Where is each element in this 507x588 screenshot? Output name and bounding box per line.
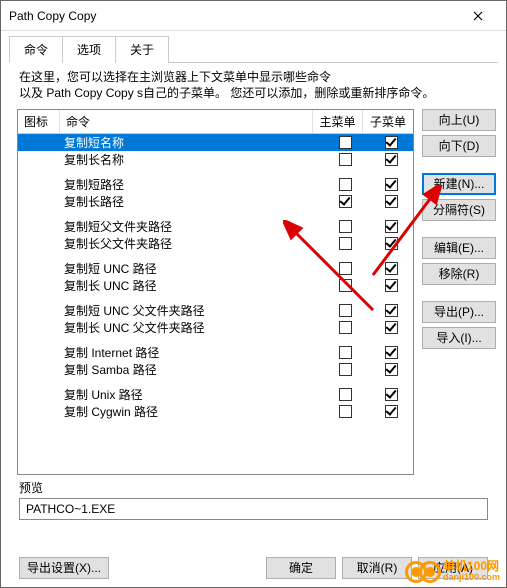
row-label: 复制短路径 bbox=[60, 176, 321, 193]
table-header: 图标 命令 主菜单 子菜单 bbox=[18, 110, 413, 134]
commands-table: 图标 命令 主菜单 子菜单 复制短名称复制长名称复制短路径复制长路径复制短父文件… bbox=[17, 109, 414, 475]
move-down-button[interactable]: 向下(D) bbox=[422, 135, 496, 157]
import-button[interactable]: 导入(I)... bbox=[422, 327, 496, 349]
table-row[interactable]: 复制长名称 bbox=[18, 151, 413, 168]
table-row[interactable]: 复制短名称 bbox=[18, 134, 413, 151]
close-button[interactable] bbox=[458, 2, 498, 30]
close-icon bbox=[473, 11, 483, 21]
row-label: 复制 Internet 路径 bbox=[60, 344, 321, 361]
tab-bar: 命令 选项 关于 bbox=[9, 35, 498, 63]
table-row[interactable]: 复制 Internet 路径 bbox=[18, 344, 413, 361]
table-row[interactable]: 复制 Samba 路径 bbox=[18, 361, 413, 378]
remove-button[interactable]: 移除(R) bbox=[422, 263, 496, 285]
row-label: 复制短 UNC 路径 bbox=[60, 260, 321, 277]
main-menu-checkbox[interactable] bbox=[339, 136, 352, 149]
sub-menu-checkbox[interactable] bbox=[385, 321, 398, 334]
row-label: 复制 Samba 路径 bbox=[60, 361, 321, 378]
side-buttons: 向上(U) 向下(D) 新建(N)... 分隔符(S) 编辑(E)... 移除(… bbox=[414, 109, 496, 475]
ok-button[interactable]: 确定 bbox=[266, 557, 336, 579]
preview-label: 预览 bbox=[1, 475, 506, 496]
row-label: 复制长路径 bbox=[60, 193, 321, 210]
table-row[interactable]: 复制短 UNC 路径 bbox=[18, 260, 413, 277]
sub-menu-checkbox[interactable] bbox=[385, 279, 398, 292]
main-menu-checkbox[interactable] bbox=[339, 237, 352, 250]
main-menu-checkbox[interactable] bbox=[339, 388, 352, 401]
row-label: 复制长 UNC 父文件夹路径 bbox=[60, 319, 321, 336]
main-menu-checkbox[interactable] bbox=[339, 178, 352, 191]
header-icon[interactable]: 图标 bbox=[18, 110, 60, 133]
watermark-icon bbox=[419, 561, 441, 583]
table-row[interactable]: 复制短父文件夹路径 bbox=[18, 218, 413, 235]
export-settings-button[interactable]: 导出设置(X)... bbox=[19, 557, 109, 579]
tab-options[interactable]: 选项 bbox=[62, 36, 116, 63]
header-command[interactable]: 命令 bbox=[60, 110, 313, 133]
header-main-menu[interactable]: 主菜单 bbox=[313, 110, 363, 133]
export-button[interactable]: 导出(P)... bbox=[422, 301, 496, 323]
separator-button[interactable]: 分隔符(S) bbox=[422, 199, 496, 221]
preview-box: PATHCO~1.EXE bbox=[19, 498, 488, 520]
table-row[interactable]: 复制长 UNC 父文件夹路径 bbox=[18, 319, 413, 336]
sub-menu-checkbox[interactable] bbox=[385, 363, 398, 376]
move-up-button[interactable]: 向上(U) bbox=[422, 109, 496, 131]
table-row[interactable]: 复制长父文件夹路径 bbox=[18, 235, 413, 252]
sub-menu-checkbox[interactable] bbox=[385, 178, 398, 191]
tab-commands[interactable]: 命令 bbox=[9, 36, 63, 63]
table-body[interactable]: 复制短名称复制长名称复制短路径复制长路径复制短父文件夹路径复制长父文件夹路径复制… bbox=[18, 134, 413, 474]
table-row[interactable]: 复制短路径 bbox=[18, 176, 413, 193]
tab-about[interactable]: 关于 bbox=[115, 36, 169, 63]
watermark-text: 单机100网 bbox=[443, 561, 500, 572]
main-menu-checkbox[interactable] bbox=[339, 220, 352, 233]
table-row[interactable]: 复制短 UNC 父文件夹路径 bbox=[18, 302, 413, 319]
sub-menu-checkbox[interactable] bbox=[385, 237, 398, 250]
main-menu-checkbox[interactable] bbox=[339, 363, 352, 376]
row-label: 复制长名称 bbox=[60, 151, 321, 168]
header-sub-menu[interactable]: 子菜单 bbox=[363, 110, 413, 133]
row-label: 复制短名称 bbox=[60, 134, 321, 151]
table-row[interactable]: 复制 Cygwin 路径 bbox=[18, 403, 413, 420]
main-menu-checkbox[interactable] bbox=[339, 153, 352, 166]
desc-line2: 以及 Path Copy Copy s自己的子菜单。 您还可以添加，删除或重新排… bbox=[19, 85, 488, 101]
row-label: 复制长 UNC 路径 bbox=[60, 277, 321, 294]
main-menu-checkbox[interactable] bbox=[339, 304, 352, 317]
watermark: 单机100网 danji100.com bbox=[405, 561, 500, 583]
table-row[interactable]: 复制长路径 bbox=[18, 193, 413, 210]
row-label: 复制 Unix 路径 bbox=[60, 386, 321, 403]
sub-menu-checkbox[interactable] bbox=[385, 405, 398, 418]
sub-menu-checkbox[interactable] bbox=[385, 195, 398, 208]
table-row[interactable]: 复制 Unix 路径 bbox=[18, 386, 413, 403]
description: 在这里，您可以选择在主浏览器上下文菜单中显示哪些命令 以及 Path Copy … bbox=[1, 63, 506, 105]
titlebar: Path Copy Copy bbox=[1, 1, 506, 31]
window-title: Path Copy Copy bbox=[9, 9, 458, 23]
edit-button[interactable]: 编辑(E)... bbox=[422, 237, 496, 259]
cancel-button[interactable]: 取消(R) bbox=[342, 557, 412, 579]
table-row[interactable]: 复制长 UNC 路径 bbox=[18, 277, 413, 294]
row-label: 复制长父文件夹路径 bbox=[60, 235, 321, 252]
main-menu-checkbox[interactable] bbox=[339, 346, 352, 359]
sub-menu-checkbox[interactable] bbox=[385, 388, 398, 401]
sub-menu-checkbox[interactable] bbox=[385, 346, 398, 359]
new-button[interactable]: 新建(N)... bbox=[422, 173, 496, 195]
main-menu-checkbox[interactable] bbox=[339, 195, 352, 208]
sub-menu-checkbox[interactable] bbox=[385, 262, 398, 275]
sub-menu-checkbox[interactable] bbox=[385, 153, 398, 166]
main-menu-checkbox[interactable] bbox=[339, 279, 352, 292]
main-menu-checkbox[interactable] bbox=[339, 321, 352, 334]
sub-menu-checkbox[interactable] bbox=[385, 304, 398, 317]
row-label: 复制短父文件夹路径 bbox=[60, 218, 321, 235]
desc-line1: 在这里，您可以选择在主浏览器上下文菜单中显示哪些命令 bbox=[19, 69, 488, 85]
row-label: 复制短 UNC 父文件夹路径 bbox=[60, 302, 321, 319]
row-label: 复制 Cygwin 路径 bbox=[60, 403, 321, 420]
main-menu-checkbox[interactable] bbox=[339, 405, 352, 418]
sub-menu-checkbox[interactable] bbox=[385, 220, 398, 233]
main-menu-checkbox[interactable] bbox=[339, 262, 352, 275]
watermark-url: danji100.com bbox=[443, 572, 500, 583]
sub-menu-checkbox[interactable] bbox=[385, 136, 398, 149]
